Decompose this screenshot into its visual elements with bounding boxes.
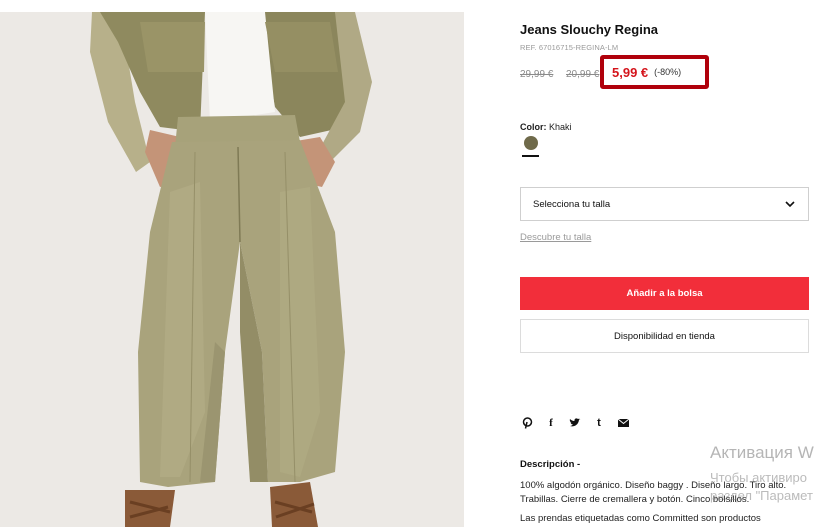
current-price-highlight: 5,99 € (-80%): [600, 55, 709, 89]
product-reference: REF. 67016715-REGINA-LM: [520, 43, 619, 52]
size-guide-link[interactable]: Descubre tu talla: [520, 232, 591, 243]
description-note: Las prendas etiquetadas como Committed s…: [520, 513, 761, 524]
product-title: Jeans Slouchy Regina: [520, 22, 658, 37]
color-label: Color: Khaki: [520, 122, 572, 132]
twitter-icon[interactable]: [568, 416, 582, 430]
email-icon[interactable]: [616, 416, 630, 430]
discount-badge: (-80%): [654, 67, 682, 77]
current-price: 5,99 €: [612, 64, 649, 80]
activation-watermark-line-1: Чтобы активиро: [710, 470, 808, 485]
activation-watermark-subtitle: Чтобы активиро раздел "Парамет: [710, 469, 813, 505]
previous-sale-price: 20,99 €: [566, 69, 600, 80]
color-label-key: Color:: [520, 122, 547, 132]
original-price: 29,99 €: [520, 69, 554, 80]
share-icons: f t: [520, 416, 630, 430]
store-availability-button[interactable]: Disponibilidad en tienda: [520, 319, 809, 353]
color-swatch-khaki[interactable]: [524, 136, 538, 150]
tumblr-icon[interactable]: t: [592, 416, 606, 430]
color-value: Khaki: [549, 122, 572, 132]
activation-watermark-title: Активация W: [710, 443, 814, 462]
description-title: Descripción -: [520, 459, 581, 470]
size-select[interactable]: Selecciona tu talla: [520, 187, 809, 221]
activation-watermark-line-2: раздел "Парамет: [710, 488, 813, 503]
chevron-down-icon: [785, 201, 795, 208]
selected-swatch-indicator: [522, 155, 539, 157]
product-image[interactable]: [0, 12, 464, 527]
add-to-bag-button[interactable]: Añadir a la bolsa: [520, 277, 809, 310]
pinterest-icon[interactable]: [520, 416, 534, 430]
size-select-label: Selecciona tu talla: [533, 198, 611, 210]
facebook-icon[interactable]: f: [544, 416, 558, 430]
